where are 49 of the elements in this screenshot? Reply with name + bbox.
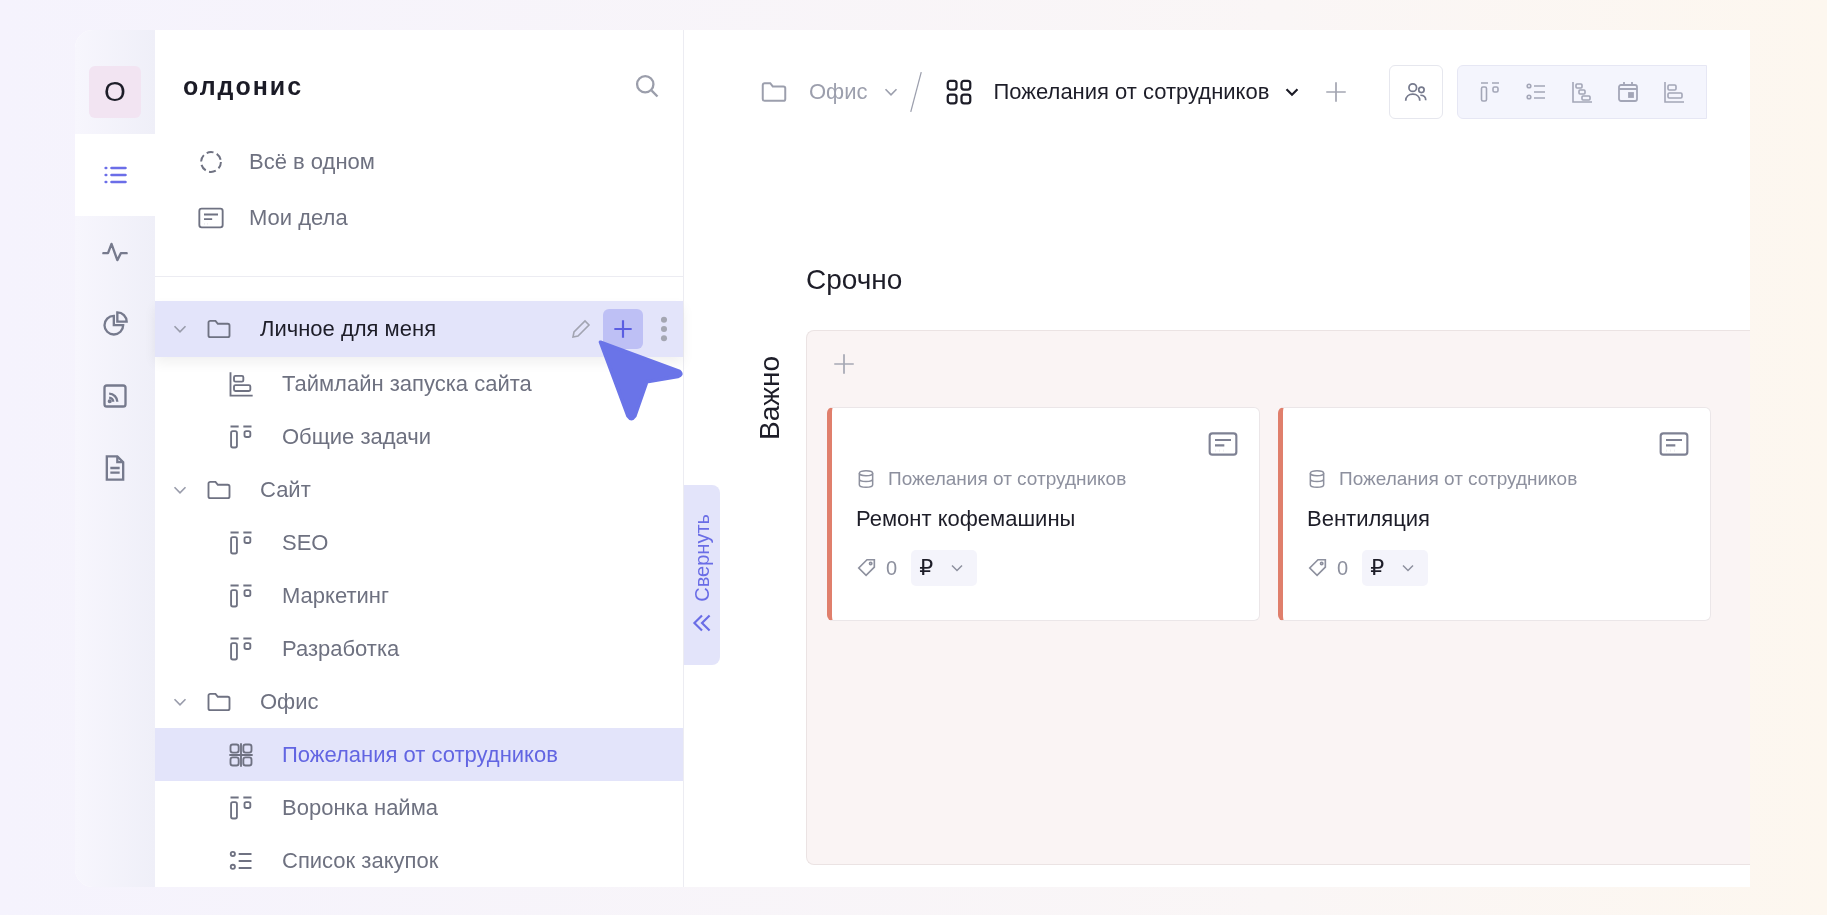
board-title[interactable]: Пожелания от сотрудников [993,79,1270,105]
add-button[interactable] [603,309,643,349]
workspace-avatar[interactable]: О [89,66,141,118]
tree-item[interactable]: Сайт [155,463,683,516]
tag-icon [1307,557,1329,579]
more-icon[interactable] [659,315,669,343]
cursor-icon [597,337,683,423]
card-title: Вентиляция [1307,506,1431,532]
tree-item[interactable]: Общие задачи [155,410,683,463]
tree-item[interactable]: Разработка [155,622,683,675]
tree-item[interactable]: Маркетинг [155,569,683,622]
tag-count: 0 [1337,556,1349,580]
card-source: Пожелания от сотрудников [888,468,1127,490]
currency-dropdown[interactable]: ₽ [911,550,978,586]
workspace-name: олдонис [183,71,304,101]
task-card[interactable]: Пожелания от сотрудников Ремонт кофемашины 0 ₽ [827,407,1260,621]
nav-item[interactable]: Всё в одном [197,134,683,190]
breadcrumb-link[interactable]: Офис [809,79,868,105]
feed-icon [101,382,129,410]
timeline-icon [227,369,255,398]
pie-chart-icon [101,310,129,338]
pencil-icon[interactable] [569,317,593,341]
tree-item[interactable]: Личное для меня [155,301,683,357]
tree-item[interactable]: Воронка найма [155,781,683,834]
tag-icon [856,557,878,579]
timeline-icon [1662,80,1687,104]
plus-icon[interactable] [831,351,857,377]
search-icon[interactable] [633,72,661,100]
currency-dropdown[interactable]: ₽ [1362,550,1429,586]
tree-item[interactable]: SEO [155,516,683,569]
tree-item[interactable]: Офис [155,675,683,728]
column-title: Срочно [806,264,904,296]
nav-item[interactable]: Мои дела [197,190,683,246]
tree-item[interactable]: Пожелания от сотрудников [155,728,683,781]
database-icon [856,469,876,489]
database-icon [1307,469,1327,489]
tag-count: 0 [886,556,898,580]
task-card[interactable]: Пожелания от сотрудников Вентиляция 0 ₽ [1278,407,1711,621]
tree-item[interactable]: Список закупок [155,834,683,887]
breadcrumb-separator-icon [907,71,924,113]
collapse-sidebar-tab[interactable]: Свернуть [684,485,720,665]
calendar-icon [1616,80,1641,104]
cycle-icon [197,148,225,176]
card-title: Ремонт кофемашины [856,506,1077,532]
gantt-icon [1570,80,1595,104]
members-button[interactable] [1389,65,1444,119]
row-title: Важно [754,355,786,440]
card-source: Пожелания от сотрудников [1339,468,1578,490]
grid-icon [227,740,255,769]
